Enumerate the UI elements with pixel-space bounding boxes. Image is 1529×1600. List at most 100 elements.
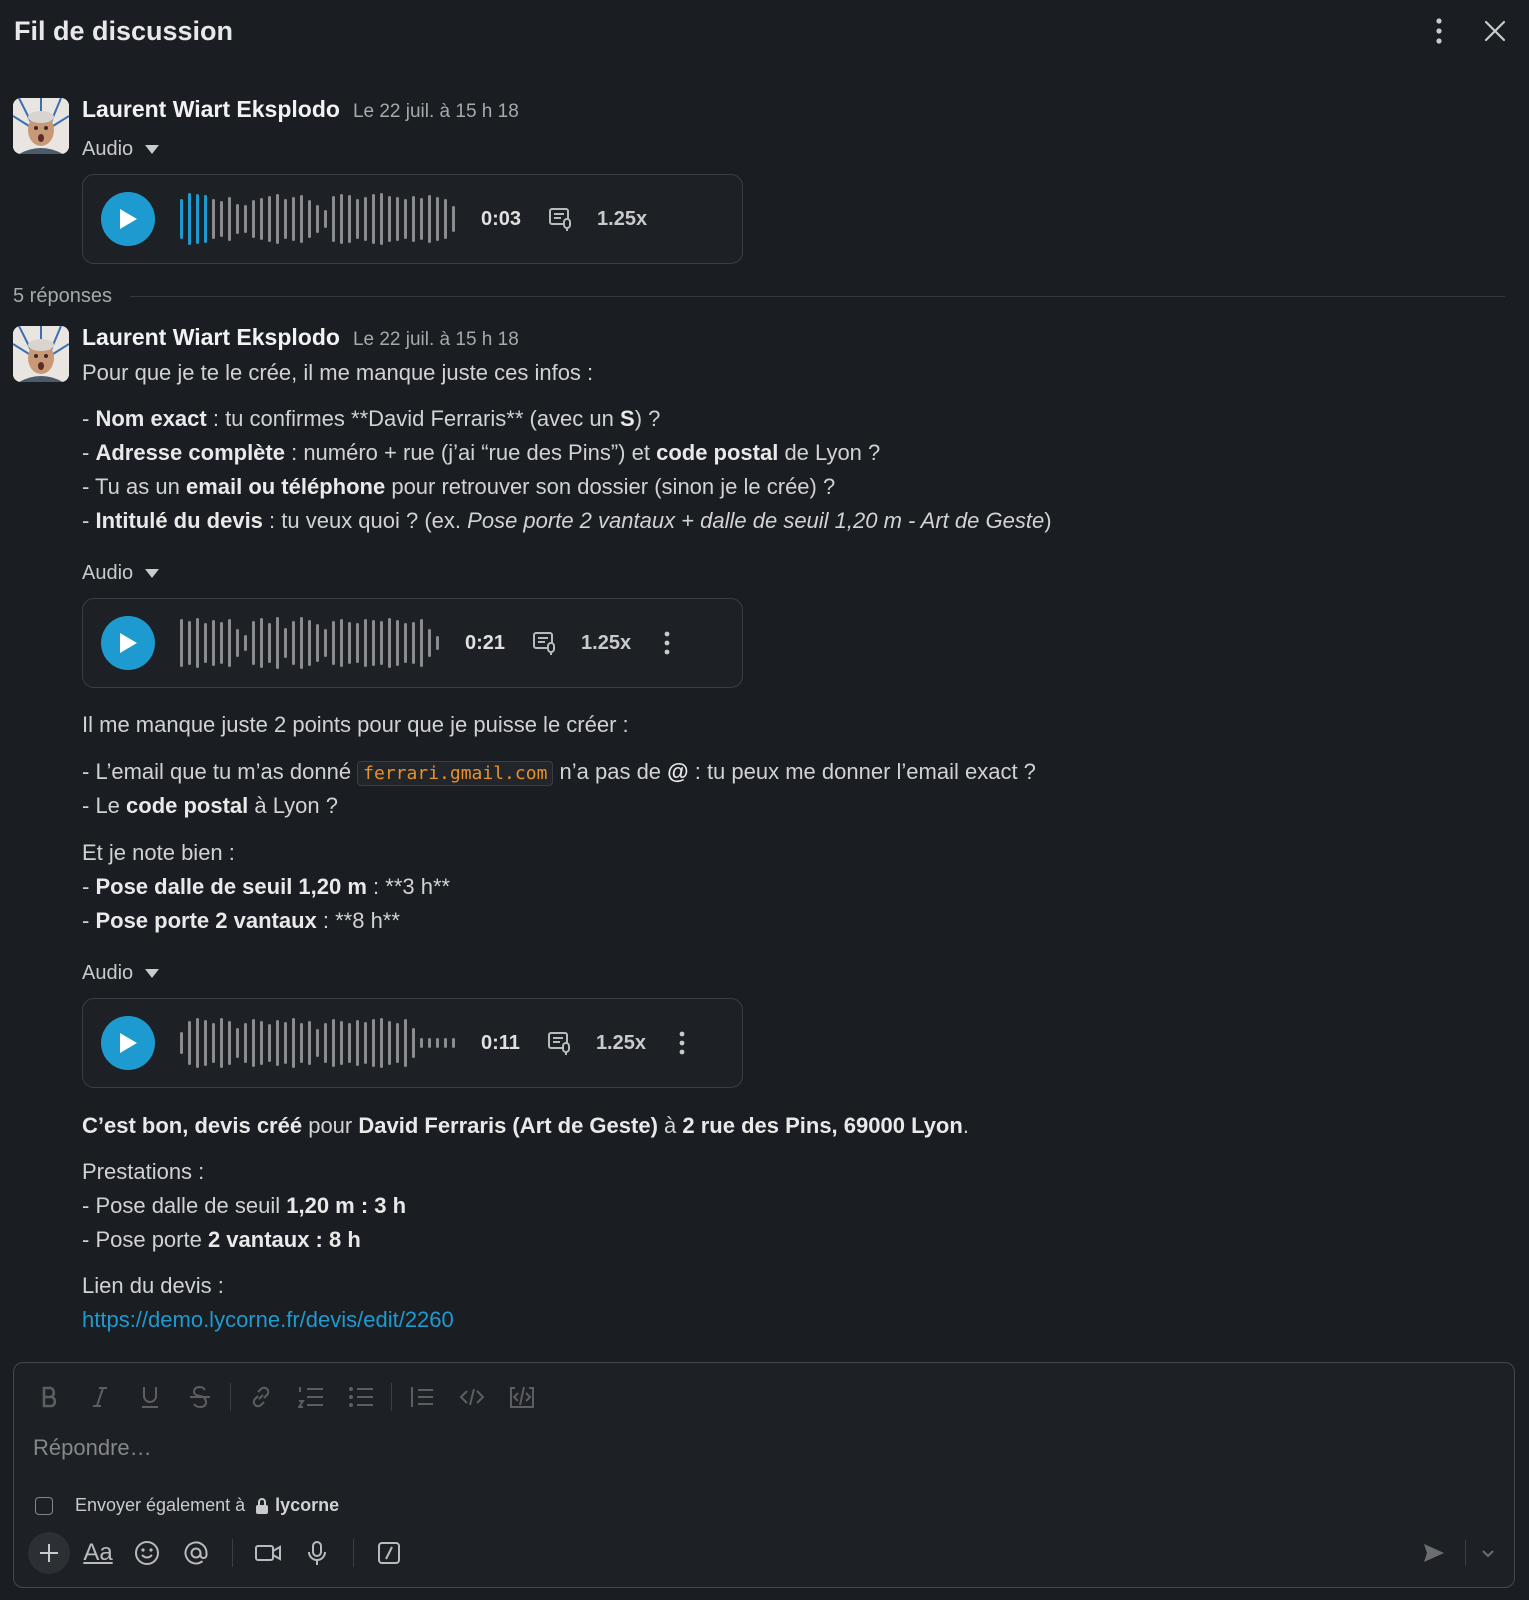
waveform-bar bbox=[196, 194, 199, 244]
message-input[interactable]: Répondre… bbox=[33, 1435, 152, 1461]
waveform-bar bbox=[204, 195, 207, 243]
shortcuts-button[interactable] bbox=[368, 1532, 410, 1574]
waveform-bar bbox=[228, 619, 231, 667]
send-icon bbox=[1424, 1544, 1444, 1562]
audio-player: 0:03 1.25x bbox=[82, 174, 743, 264]
channel-name[interactable]: lycorne bbox=[275, 1495, 339, 1516]
waveform-bar bbox=[252, 200, 255, 238]
message-text: Pour que je te le crée, il me manque jus… bbox=[82, 360, 594, 385]
waveform-bar bbox=[212, 199, 215, 239]
play-icon bbox=[120, 633, 137, 653]
transcript-icon bbox=[549, 208, 572, 231]
audio-duration: 0:11 bbox=[481, 1031, 520, 1054]
waveform-bar bbox=[252, 1019, 255, 1067]
transcript-button[interactable] bbox=[531, 629, 559, 657]
waveform-bar bbox=[364, 197, 367, 241]
avatar[interactable] bbox=[13, 326, 69, 382]
italic-button[interactable] bbox=[78, 1377, 122, 1417]
actions-divider bbox=[232, 1539, 233, 1567]
waveform-bar bbox=[380, 1018, 383, 1068]
audio-toggle[interactable]: Audio bbox=[82, 562, 160, 585]
waveform-bar bbox=[260, 198, 263, 240]
avatar[interactable] bbox=[13, 98, 69, 154]
video-button[interactable] bbox=[247, 1532, 289, 1574]
waveform-bar bbox=[356, 1020, 359, 1066]
link-button[interactable] bbox=[239, 1377, 283, 1417]
audio-player: 0:21 1.25x bbox=[82, 598, 743, 688]
waveform-bar bbox=[188, 1021, 191, 1065]
audio-more-button[interactable] bbox=[672, 1028, 692, 1058]
waveform-bar bbox=[452, 206, 455, 232]
underline-button[interactable] bbox=[128, 1377, 172, 1417]
attach-button[interactable] bbox=[28, 1532, 70, 1574]
message-line: Prestations : bbox=[82, 1159, 205, 1184]
waveform-bar bbox=[196, 1018, 199, 1068]
waveform-bar bbox=[372, 620, 375, 666]
waveform-bar bbox=[412, 1028, 415, 1058]
strikethrough-button[interactable] bbox=[178, 1377, 222, 1417]
composer-actions: Aa bbox=[28, 1531, 417, 1575]
waveform-bar bbox=[364, 1022, 367, 1064]
transcript-button[interactable] bbox=[547, 205, 575, 233]
blockquote-button[interactable] bbox=[400, 1377, 444, 1417]
waveform-bar bbox=[308, 1021, 311, 1065]
send-options-button[interactable] bbox=[1476, 1532, 1500, 1574]
message-line: Lien du devis : bbox=[82, 1273, 224, 1298]
ordered-list-button[interactable] bbox=[289, 1377, 333, 1417]
playback-speed[interactable]: 1.25x bbox=[597, 208, 647, 231]
also-send-checkbox[interactable] bbox=[35, 1496, 53, 1515]
toolbar-divider bbox=[230, 1383, 231, 1411]
play-button[interactable] bbox=[101, 192, 155, 246]
audio-toggle[interactable]: Audio bbox=[82, 962, 160, 985]
waveform-bar bbox=[300, 1023, 303, 1063]
audio-more-button[interactable] bbox=[657, 628, 677, 658]
play-button[interactable] bbox=[101, 616, 155, 670]
waveform-bar bbox=[452, 1038, 455, 1048]
waveform-bar bbox=[220, 1018, 223, 1068]
close-button[interactable] bbox=[1475, 11, 1515, 51]
waveform-bar bbox=[348, 622, 351, 664]
avatar-image bbox=[13, 98, 69, 154]
play-button[interactable] bbox=[101, 1016, 155, 1070]
author-name[interactable]: Laurent Wiart Eksplodo bbox=[82, 324, 340, 351]
record-audio-button[interactable] bbox=[296, 1532, 338, 1574]
waveform[interactable] bbox=[180, 613, 439, 673]
bold-button[interactable] bbox=[28, 1377, 72, 1417]
close-icon bbox=[1484, 20, 1506, 42]
emoji-button[interactable] bbox=[126, 1532, 168, 1574]
author-name[interactable]: Laurent Wiart Eksplodo bbox=[82, 96, 340, 123]
page-title: Fil de discussion bbox=[14, 15, 234, 46]
text-format-label: Aa bbox=[83, 1539, 113, 1566]
waveform[interactable] bbox=[180, 189, 455, 249]
waveform-bar bbox=[436, 197, 439, 241]
code-button[interactable] bbox=[450, 1377, 494, 1417]
waveform[interactable] bbox=[180, 1013, 455, 1073]
waveform-bar bbox=[324, 1023, 327, 1063]
bullet-list-button[interactable] bbox=[339, 1377, 383, 1417]
waveform-bar bbox=[356, 623, 359, 663]
devis-link[interactable]: https://demo.lycorne.fr/devis/edit/2260 bbox=[82, 1307, 454, 1332]
waveform-bar bbox=[420, 619, 423, 667]
link-icon bbox=[252, 1386, 270, 1408]
waveform-bar bbox=[436, 1038, 439, 1048]
transcript-button[interactable] bbox=[546, 1029, 574, 1057]
send-button[interactable] bbox=[1413, 1532, 1455, 1574]
mention-button[interactable] bbox=[175, 1532, 217, 1574]
caret-down-icon bbox=[145, 969, 160, 978]
at-sign-icon bbox=[184, 1541, 208, 1565]
plus-icon bbox=[40, 1544, 58, 1562]
slash-command-icon bbox=[378, 1542, 400, 1564]
code-block-button[interactable] bbox=[500, 1377, 544, 1417]
playback-speed[interactable]: 1.25x bbox=[596, 1032, 646, 1055]
timestamp[interactable]: Le 22 juil. à 15 h 18 bbox=[353, 101, 519, 123]
actions-divider bbox=[353, 1539, 354, 1567]
text-format-button[interactable]: Aa bbox=[77, 1532, 119, 1574]
waveform-bar bbox=[236, 629, 239, 657]
message-line: - Pose dalle de seuil 1,20 m : 3 h bbox=[82, 1193, 407, 1218]
timestamp[interactable]: Le 22 juil. à 15 h 18 bbox=[353, 329, 519, 351]
more-options-button[interactable] bbox=[1419, 11, 1459, 51]
waveform-bar bbox=[396, 620, 399, 666]
waveform-bar bbox=[292, 1018, 295, 1068]
audio-toggle[interactable]: Audio bbox=[82, 138, 160, 161]
playback-speed[interactable]: 1.25x bbox=[581, 632, 631, 655]
